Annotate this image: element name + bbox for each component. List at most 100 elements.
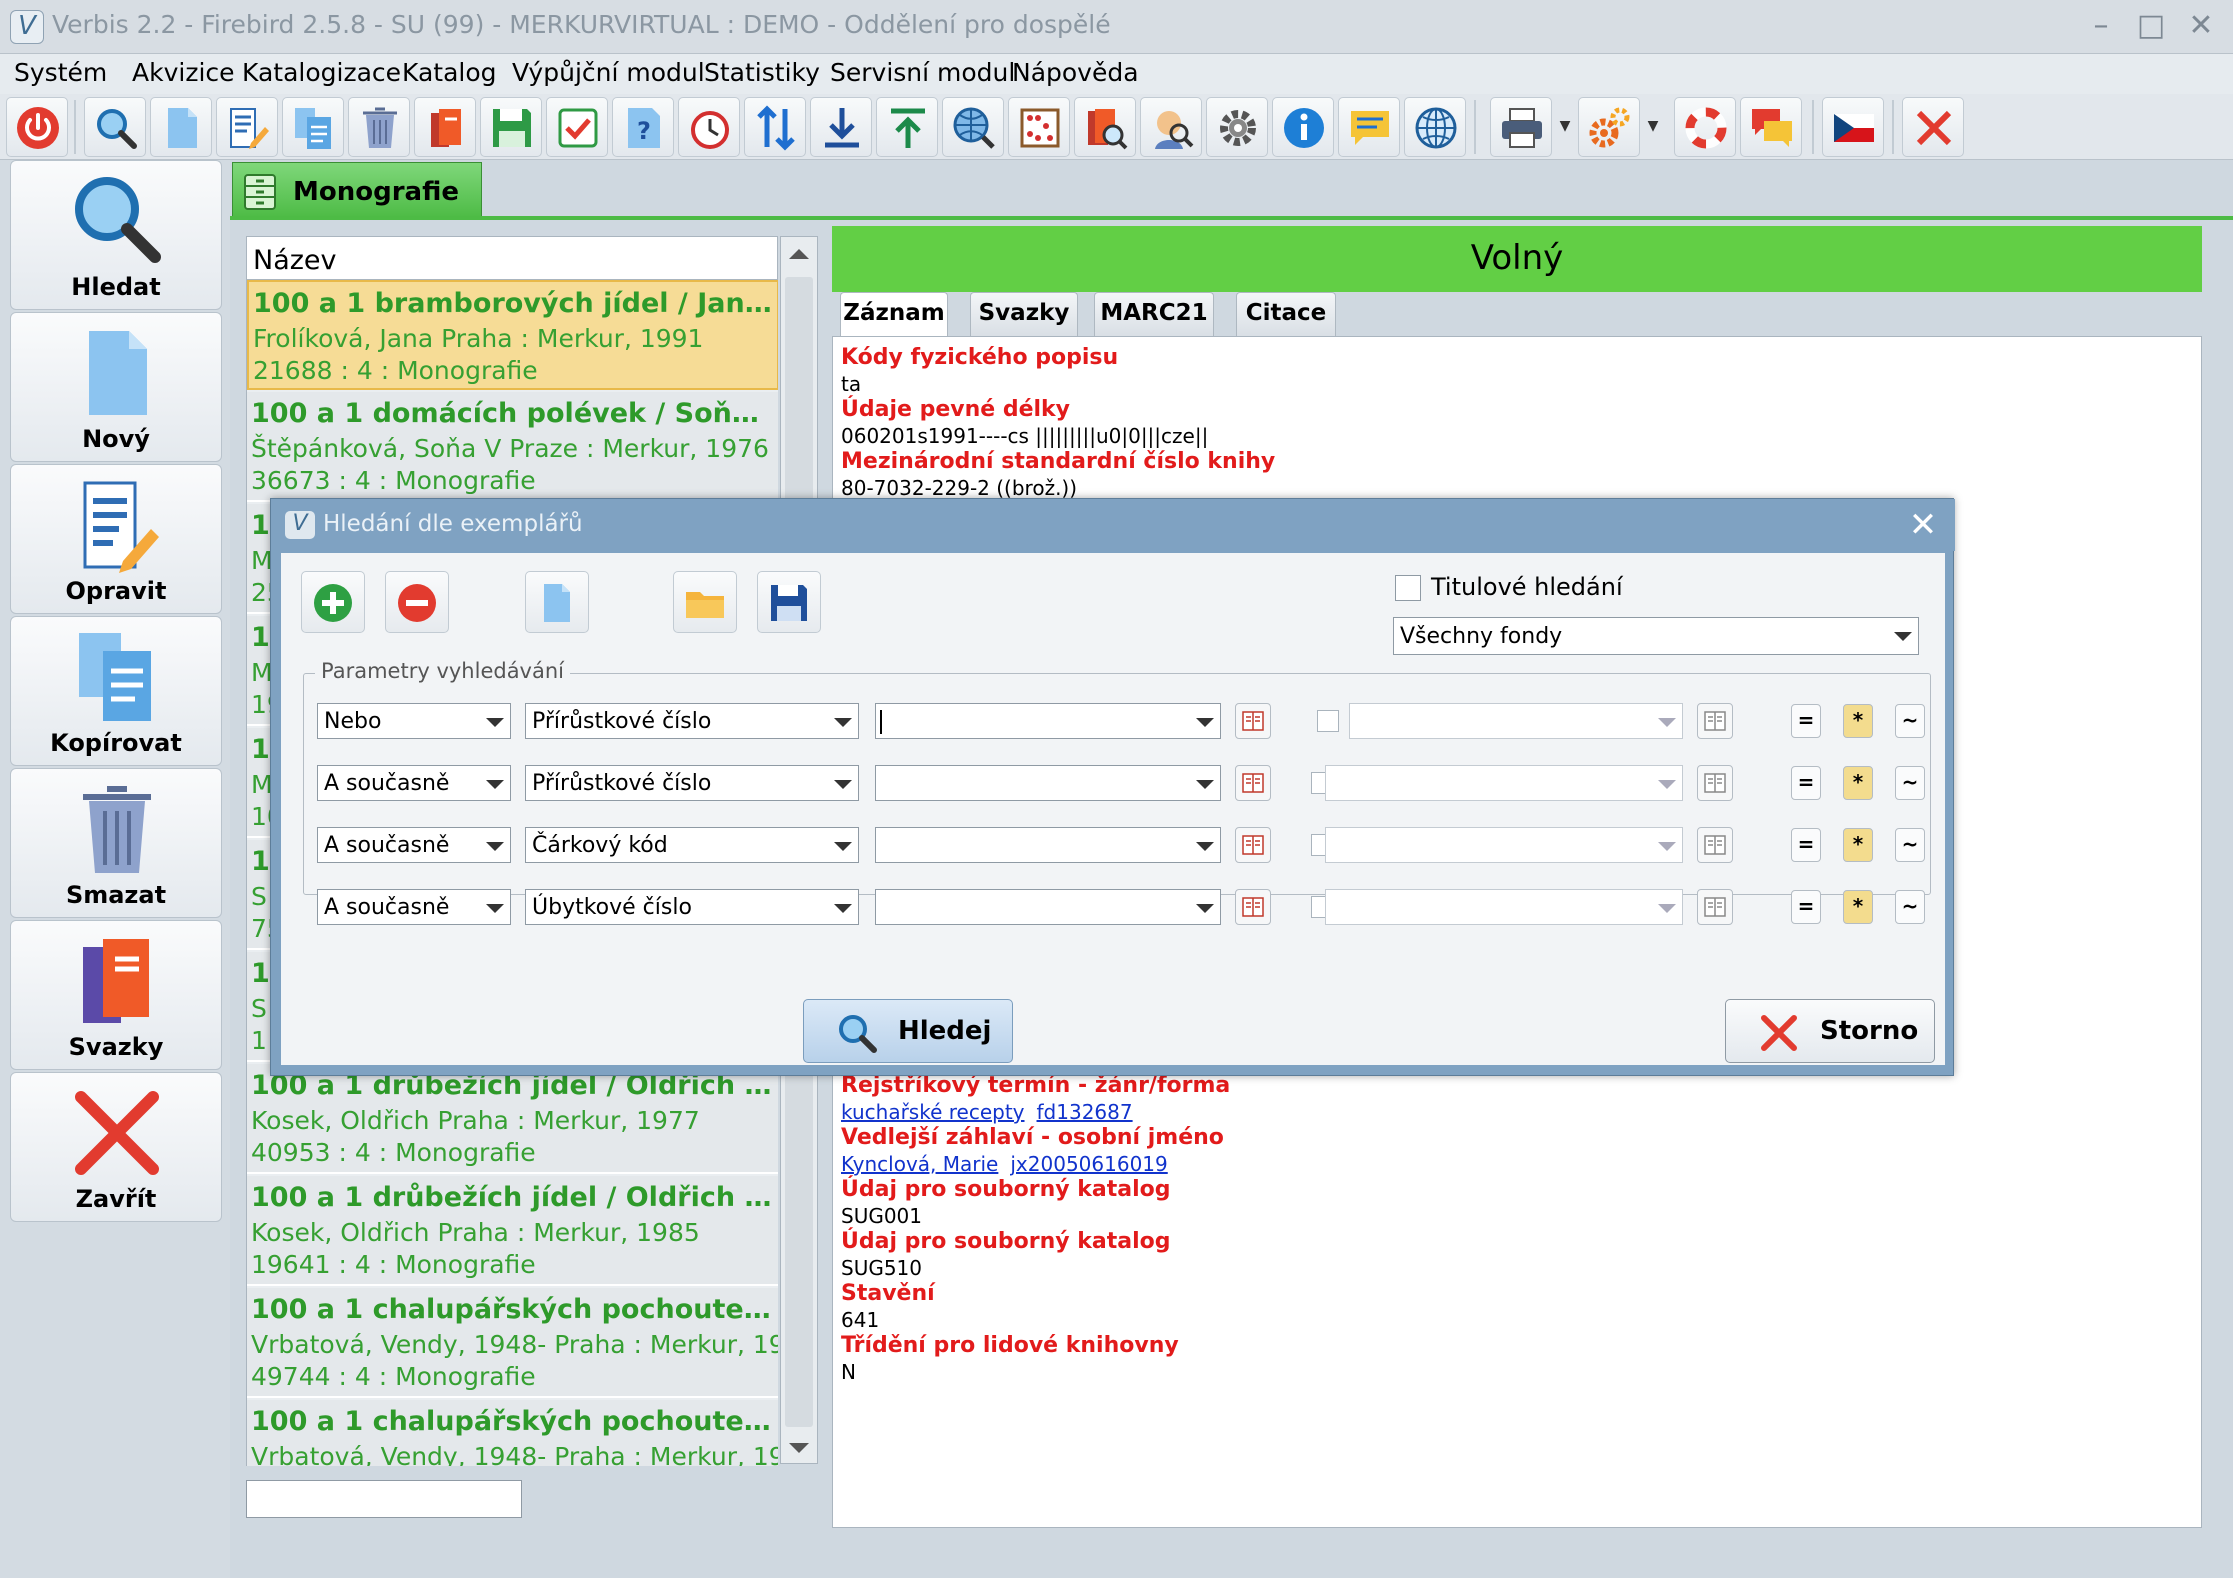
row-field-select[interactable]: Přírůstkové číslo bbox=[525, 765, 859, 801]
menu-statistiky[interactable]: Statistiky bbox=[704, 58, 820, 87]
chat-icon[interactable] bbox=[1338, 97, 1400, 157]
match-equal-button[interactable]: = bbox=[1791, 890, 1821, 924]
close-icon[interactable] bbox=[1902, 97, 1964, 157]
link-authority-id[interactable]: jx20050616019 bbox=[1010, 1152, 1167, 1176]
value2-lookup-button[interactable] bbox=[1697, 889, 1733, 925]
cancel-button[interactable]: Storno bbox=[1725, 999, 1935, 1063]
alarm-icon[interactable] bbox=[678, 97, 740, 157]
row-operator-select[interactable]: A současně bbox=[317, 765, 511, 801]
row-value-combo[interactable] bbox=[875, 703, 1221, 739]
tab-marc21[interactable]: MARC21 bbox=[1094, 292, 1214, 336]
list-item[interactable]: 100 a 1 chalupářských pochoutek / V... Vr… bbox=[247, 1288, 778, 1398]
match-similar-button[interactable]: ~ bbox=[1895, 890, 1925, 924]
row-value2-combo[interactable] bbox=[1325, 827, 1683, 863]
value-lookup-button[interactable] bbox=[1235, 703, 1271, 739]
search-button[interactable]: Hledat bbox=[10, 160, 222, 310]
match-wildcard-button[interactable]: * bbox=[1843, 828, 1873, 862]
save-icon[interactable] bbox=[480, 97, 542, 157]
web-icon[interactable] bbox=[1404, 97, 1466, 157]
gears-icon[interactable] bbox=[1578, 97, 1640, 157]
list-item[interactable]: 100 a 1 drůbežích jídel / Oldřich KosekK… bbox=[247, 1064, 778, 1174]
open-query-button[interactable] bbox=[673, 571, 737, 633]
volumes-button[interactable]: Svazky bbox=[10, 920, 222, 1070]
menu-vypujcni-modul[interactable]: Výpůjční modul bbox=[512, 58, 705, 87]
value-lookup-button[interactable] bbox=[1235, 889, 1271, 925]
list-item-selected[interactable]: 100 a 1 bramborových jídel / Jana Fro...… bbox=[247, 280, 778, 390]
match-similar-button[interactable]: ~ bbox=[1895, 704, 1925, 738]
upload-icon[interactable] bbox=[876, 97, 938, 157]
list-item[interactable]: 100 a 1 drůbežích jídel / Oldřich KosekK… bbox=[247, 1176, 778, 1286]
row-value2-combo[interactable] bbox=[1349, 703, 1683, 739]
edit-icon[interactable] bbox=[216, 97, 278, 157]
menu-system[interactable]: Systém bbox=[14, 58, 107, 87]
match-equal-button[interactable]: = bbox=[1791, 704, 1821, 738]
copy-icon[interactable] bbox=[282, 97, 344, 157]
fond-select[interactable]: Všechny fondy bbox=[1393, 617, 1919, 655]
printer-dropdown-icon[interactable]: ▼ bbox=[1558, 118, 1572, 134]
row-field-select[interactable]: Úbytkové číslo bbox=[525, 889, 859, 925]
list-item[interactable]: 100 a 1 chalupářských pochoutek / V... Vr… bbox=[247, 1400, 778, 1466]
window-close-icon[interactable]: ✕ bbox=[2178, 6, 2224, 46]
value2-lookup-button[interactable] bbox=[1697, 827, 1733, 863]
menu-katalog[interactable]: Katalog bbox=[402, 58, 497, 87]
menu-servisni-modul[interactable]: Servisní modul bbox=[830, 58, 1015, 87]
remove-row-button[interactable] bbox=[385, 571, 449, 633]
row-value2-combo[interactable] bbox=[1325, 889, 1683, 925]
search-icon[interactable] bbox=[84, 97, 146, 157]
printer-icon[interactable] bbox=[1490, 97, 1552, 157]
row-field-select[interactable]: Čárkový kód bbox=[525, 827, 859, 863]
value-lookup-button[interactable] bbox=[1235, 765, 1271, 801]
copy-button[interactable]: Kopírovat bbox=[10, 616, 222, 766]
row-value-combo[interactable] bbox=[875, 827, 1221, 863]
abacus-icon[interactable] bbox=[1008, 97, 1070, 157]
person-search-icon[interactable] bbox=[1140, 97, 1202, 157]
list-column-header[interactable]: Název bbox=[246, 236, 778, 280]
menu-akvizice[interactable]: Akvizice bbox=[132, 58, 235, 87]
value-lookup-button[interactable] bbox=[1235, 827, 1271, 863]
match-wildcard-button[interactable]: * bbox=[1843, 766, 1873, 800]
new-query-button[interactable] bbox=[525, 571, 589, 633]
minimize-icon[interactable]: – bbox=[2078, 6, 2124, 46]
download-icon[interactable] bbox=[810, 97, 872, 157]
link-genre[interactable]: kuchařské recepty bbox=[841, 1100, 1025, 1124]
globe-search-icon[interactable] bbox=[942, 97, 1004, 157]
book-search-icon[interactable] bbox=[1074, 97, 1136, 157]
row-value-combo[interactable] bbox=[875, 889, 1221, 925]
info-icon[interactable] bbox=[1272, 97, 1334, 157]
row-operator-select[interactable]: A současně bbox=[317, 889, 511, 925]
row-operator-select[interactable]: A současně bbox=[317, 827, 511, 863]
match-similar-button[interactable]: ~ bbox=[1895, 766, 1925, 800]
match-wildcard-button[interactable]: * bbox=[1843, 890, 1873, 924]
new-doc-icon[interactable] bbox=[150, 97, 212, 157]
link-person[interactable]: Kynclová, Marie bbox=[841, 1152, 998, 1176]
menu-katalogizace[interactable]: Katalogizace bbox=[242, 58, 401, 87]
new-button[interactable]: Nový bbox=[10, 312, 222, 462]
list-quick-search-input[interactable] bbox=[246, 1480, 522, 1518]
power-icon[interactable] bbox=[6, 97, 68, 157]
delete-button[interactable]: Smazat bbox=[10, 768, 222, 918]
row-range-checkbox[interactable] bbox=[1317, 710, 1339, 732]
tab-citace[interactable]: Citace bbox=[1236, 292, 1336, 336]
check-icon[interactable] bbox=[546, 97, 608, 157]
row-operator-select[interactable]: Nebo bbox=[317, 703, 511, 739]
volumes-icon[interactable] bbox=[414, 97, 476, 157]
settings-icon[interactable] bbox=[1206, 97, 1268, 157]
tab-svazky[interactable]: Svazky bbox=[970, 292, 1078, 336]
tab-zaznam[interactable]: Záznam bbox=[840, 292, 948, 336]
value2-lookup-button[interactable] bbox=[1697, 765, 1733, 801]
scroll-down-icon[interactable] bbox=[789, 1443, 809, 1453]
titulove-hledani-checkbox[interactable] bbox=[1395, 575, 1421, 601]
save-query-button[interactable] bbox=[757, 571, 821, 633]
list-item[interactable]: 100 a 1 domácích polévek / Soňa Ště... Št… bbox=[247, 392, 778, 502]
edit-button[interactable]: Opravit bbox=[10, 464, 222, 614]
czech-flag-icon[interactable] bbox=[1822, 97, 1884, 157]
trash-icon[interactable] bbox=[348, 97, 410, 157]
row-field-select[interactable]: Přírůstkové číslo bbox=[525, 703, 859, 739]
sort-icon[interactable] bbox=[744, 97, 806, 157]
maximize-icon[interactable]: □ bbox=[2128, 6, 2174, 46]
dialog-close-icon[interactable]: ✕ bbox=[1901, 505, 1945, 545]
help-doc-icon[interactable]: ? bbox=[612, 97, 674, 157]
close-button[interactable]: Zavřít bbox=[10, 1072, 222, 1222]
gears-dropdown-icon[interactable]: ▼ bbox=[1646, 118, 1660, 134]
match-similar-button[interactable]: ~ bbox=[1895, 828, 1925, 862]
